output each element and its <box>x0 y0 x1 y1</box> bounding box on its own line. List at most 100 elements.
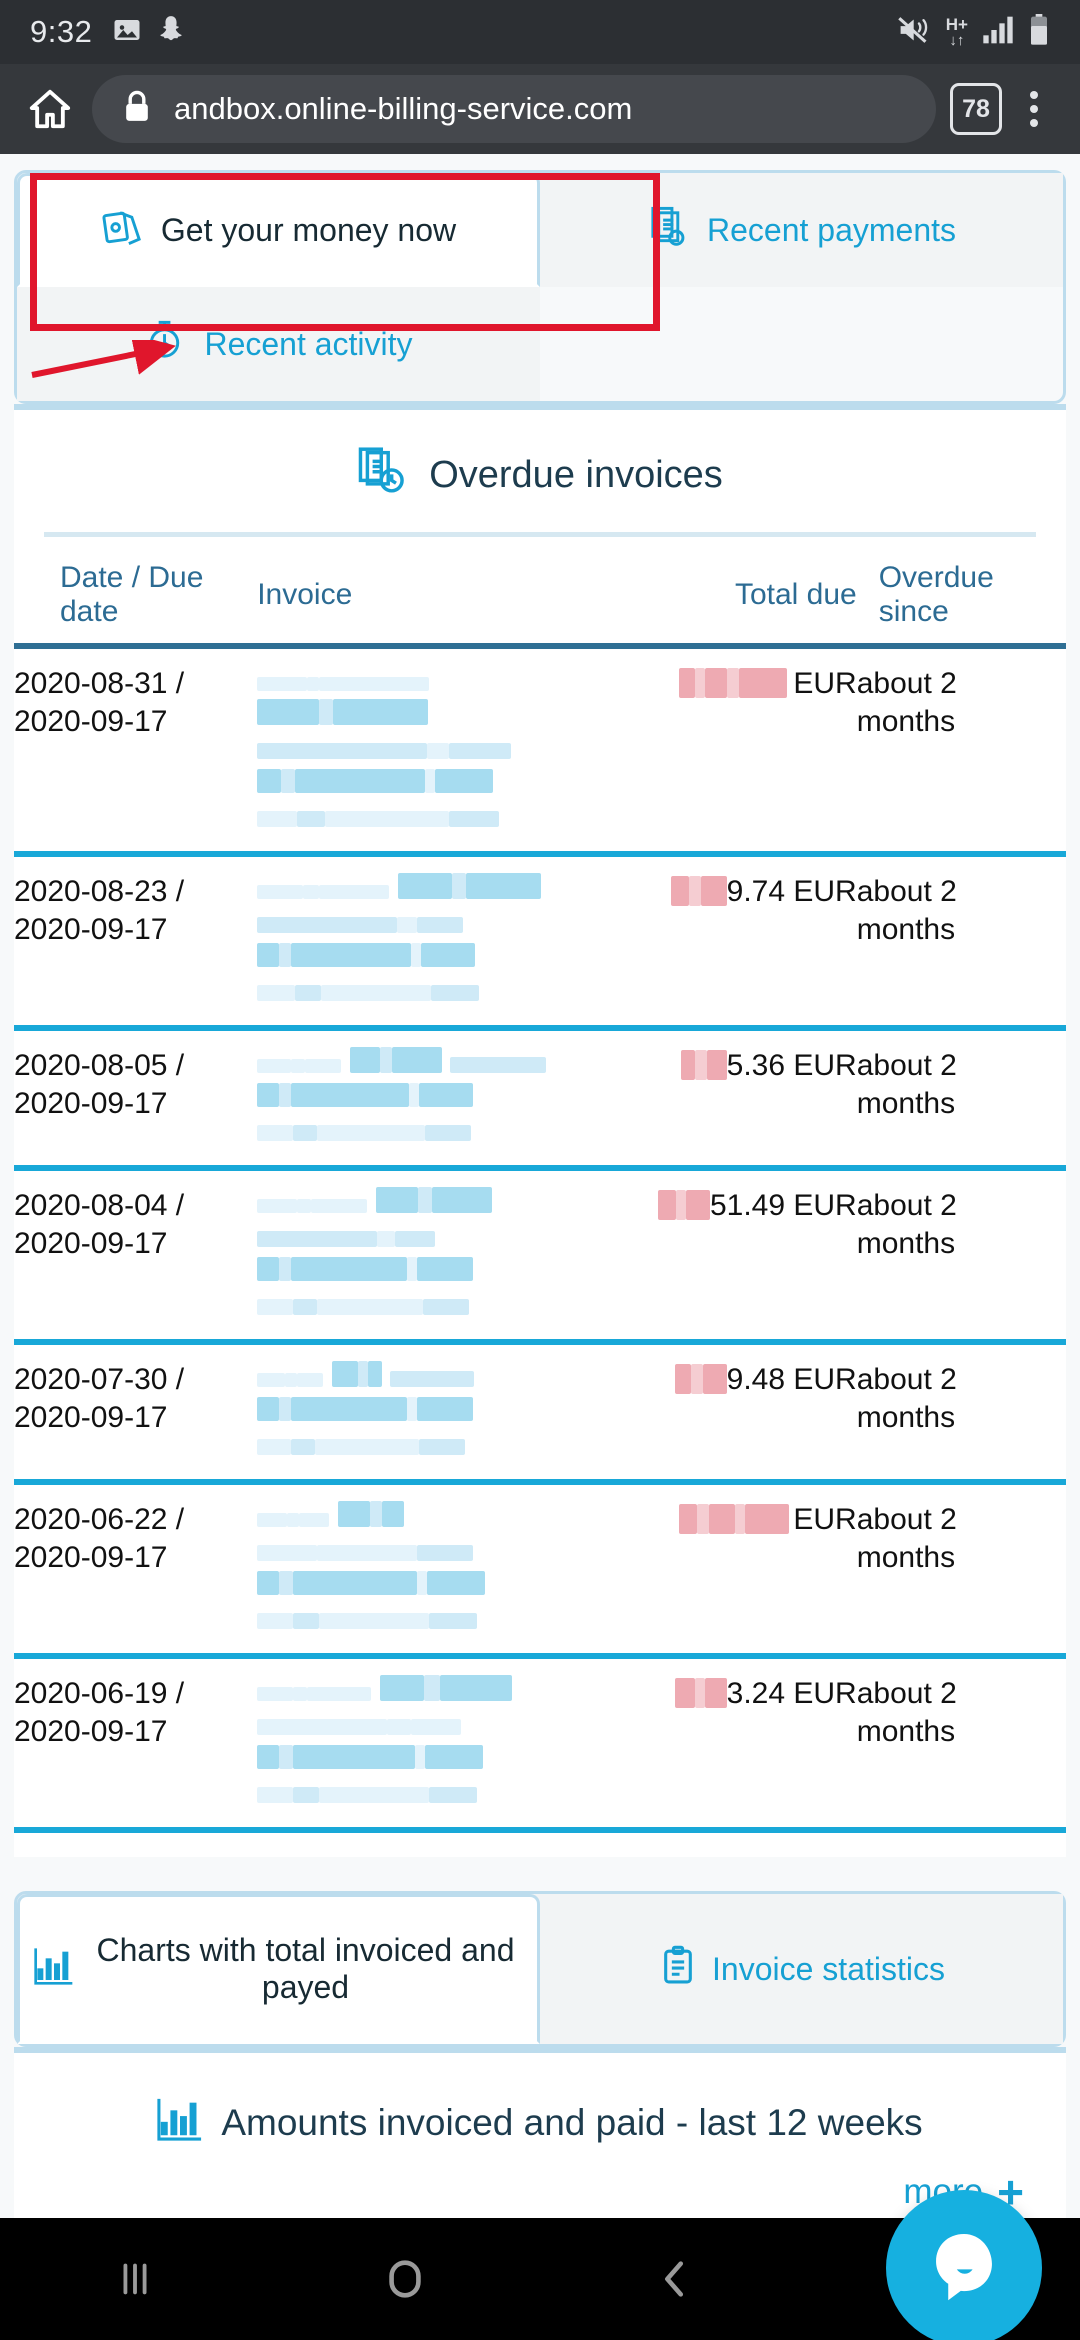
money-bills-icon <box>101 204 145 256</box>
image-icon <box>112 15 142 50</box>
mute-icon <box>898 15 932 50</box>
table-row[interactable]: 2020-08-05 / 2020-09-17 5.36 EUR about 2… <box>14 1028 1066 1168</box>
cell-date: 2020-08-04 / 2020-09-17 <box>14 1189 185 1261</box>
url-text: andbox.online-billing-service.com <box>174 91 633 126</box>
cell-total-due: EUR <box>597 1482 857 1656</box>
data-transfer-icon: H+ ↓↑ <box>945 15 968 49</box>
redaction-block <box>257 665 596 835</box>
clipboard-icon <box>658 1945 698 1993</box>
bar-chart-icon <box>157 2095 203 2150</box>
overdue-invoices-icon <box>357 444 409 506</box>
chat-widget-button[interactable] <box>886 2190 1042 2340</box>
table-body: 2020-08-31 / 2020-09-17 EUR about 2 mont… <box>14 646 1066 1830</box>
redaction-block <box>257 1047 596 1149</box>
redaction-block <box>257 1187 596 1323</box>
table-row[interactable]: 2020-07-30 / 2020-09-17 9.48 EUR about 2… <box>14 1342 1066 1482</box>
cell-date: 2020-06-22 / 2020-09-17 <box>14 1503 185 1575</box>
table-row[interactable]: 2020-08-04 / 2020-09-17 51.49 EUR about … <box>14 1168 1066 1342</box>
cell-overdue-since: about 2 months <box>856 1363 957 1435</box>
column-header-date[interactable]: Date / Due date <box>14 551 257 646</box>
signal-icon <box>982 15 1014 50</box>
invoices-stack-icon <box>647 204 691 256</box>
overdue-invoices-card: Overdue invoices Date / Due date Invoice… <box>14 407 1066 1857</box>
tab-invoice-statistics[interactable]: Invoice statistics <box>540 1894 1063 2044</box>
tab-label: Get your money now <box>160 211 457 248</box>
tab-charts-with-total-invoiced-and-payed[interactable]: Charts with total invoiced and payed <box>17 1894 540 2044</box>
cell-date: 2020-08-05 / 2020-09-17 <box>14 1049 185 1121</box>
column-header-overdue-since[interactable]: Overdue since <box>857 551 1066 646</box>
tab-label: Recent activity <box>204 325 413 362</box>
cell-invoice-redacted <box>257 1482 596 1656</box>
lock-icon <box>122 90 152 129</box>
cell-overdue-since: about 2 months <box>856 667 957 739</box>
cell-invoice-redacted <box>257 646 596 854</box>
more-button[interactable]: more + <box>14 2150 1066 2218</box>
redaction-block <box>257 1501 596 1637</box>
android-status-bar: 9:32 H+ ↓↑ <box>0 0 1080 64</box>
redaction-block <box>257 873 596 1009</box>
cell-invoice-redacted <box>257 1168 596 1342</box>
tab-label: Invoice statistics <box>712 1950 945 1987</box>
tab-label: Charts with total invoiced and payed <box>96 1932 515 2005</box>
cell-overdue-since: about 2 months <box>856 1049 957 1121</box>
status-bar-system-icons: H+ ↓↑ <box>898 13 1050 51</box>
cell-date: 2020-06-19 / 2020-09-17 <box>14 1677 185 1749</box>
table-head: Date / Due date Invoice Total due Overdu… <box>14 551 1066 646</box>
cell-invoice-redacted <box>257 1656 596 1830</box>
cell-total-due: 5.36 EUR <box>597 1028 857 1168</box>
home-button[interactable] <box>345 2234 465 2324</box>
tab-label: Recent payments <box>706 211 956 248</box>
column-header-invoice[interactable]: Invoice <box>257 551 596 646</box>
page-title: Overdue invoices <box>429 453 723 496</box>
cell-total-due: 3.24 EUR <box>597 1656 857 1830</box>
cell-date: 2020-08-31 / 2020-09-17 <box>14 667 185 739</box>
recent-apps-button[interactable] <box>75 2234 195 2324</box>
phone-screen: 9:32 H+ ↓↑ andbox.online-billing-service… <box>0 0 1080 2340</box>
browser-toolbar: andbox.online-billing-service.com 78 <box>0 64 1080 154</box>
overdue-invoices-title: Overdue invoices <box>14 410 1066 532</box>
chart-title: Amounts invoiced and paid - last 12 week… <box>14 2053 1066 2150</box>
table-row[interactable]: 2020-06-22 / 2020-09-17 EUR about 2 mont… <box>14 1482 1066 1656</box>
cell-overdue-since: about 2 months <box>856 1189 957 1261</box>
battery-icon <box>1028 13 1050 51</box>
chart-panel: Amounts invoiced and paid - last 12 week… <box>14 2050 1066 2218</box>
table-header-row: Date / Due date Invoice Total due Overdu… <box>14 551 1066 646</box>
title-divider <box>44 532 1036 537</box>
url-bar[interactable]: andbox.online-billing-service.com <box>92 75 936 143</box>
redaction-block <box>257 1361 596 1463</box>
status-bar-notification-icons <box>112 15 184 50</box>
cell-overdue-since: about 2 months <box>856 875 957 947</box>
overdue-invoices-table: Date / Due date Invoice Total due Overdu… <box>14 551 1066 1833</box>
web-page-content: Get your money now Recent payments Recen… <box>0 154 1080 2218</box>
annotation-arrow-icon <box>31 340 176 378</box>
cell-invoice-redacted <box>257 854 596 1028</box>
chat-bubble-icon <box>936 2233 992 2301</box>
chart-tab-row: Charts with total invoiced and payed Inv… <box>17 1894 1063 2044</box>
table-row[interactable]: 2020-08-31 / 2020-09-17 EUR about 2 mont… <box>14 646 1066 854</box>
back-button[interactable] <box>615 2234 735 2324</box>
table-row[interactable]: 2020-08-23 / 2020-09-17 9.74 EUR about 2… <box>14 854 1066 1028</box>
chart-tabs: Charts with total invoiced and payed Inv… <box>14 1891 1066 2047</box>
cell-invoice-redacted <box>257 1028 596 1168</box>
cell-overdue-since: about 2 months <box>856 1503 957 1575</box>
cell-date: 2020-07-30 / 2020-09-17 <box>14 1363 185 1435</box>
tab-get-your-money-now[interactable]: Get your money now <box>17 173 540 287</box>
snapchat-icon <box>158 15 184 50</box>
tab-recent-payments[interactable]: Recent payments <box>540 173 1063 287</box>
cell-total-due: 9.74 EUR <box>597 854 857 1028</box>
chart-title-text: Amounts invoiced and paid - last 12 week… <box>221 2101 923 2143</box>
redaction-block <box>257 1675 596 1811</box>
home-icon[interactable] <box>22 81 78 137</box>
cell-total-due: EUR <box>597 646 857 854</box>
overflow-menu-icon[interactable] <box>1010 91 1058 127</box>
status-bar-clock: 9:32 <box>30 14 93 49</box>
table-row[interactable]: 2020-06-19 / 2020-09-17 3.24 EUR about 2… <box>14 1656 1066 1830</box>
cell-total-due: 51.49 EUR <box>597 1168 857 1342</box>
tab-counter-button[interactable]: 78 <box>950 83 1002 135</box>
cell-overdue-since: about 2 months <box>856 1677 957 1749</box>
cell-total-due: 9.48 EUR <box>597 1342 857 1482</box>
column-header-total-due[interactable]: Total due <box>597 551 857 646</box>
cell-invoice-redacted <box>257 1342 596 1482</box>
cell-date: 2020-08-23 / 2020-09-17 <box>14 875 185 947</box>
bar-chart-icon <box>34 1945 74 1993</box>
